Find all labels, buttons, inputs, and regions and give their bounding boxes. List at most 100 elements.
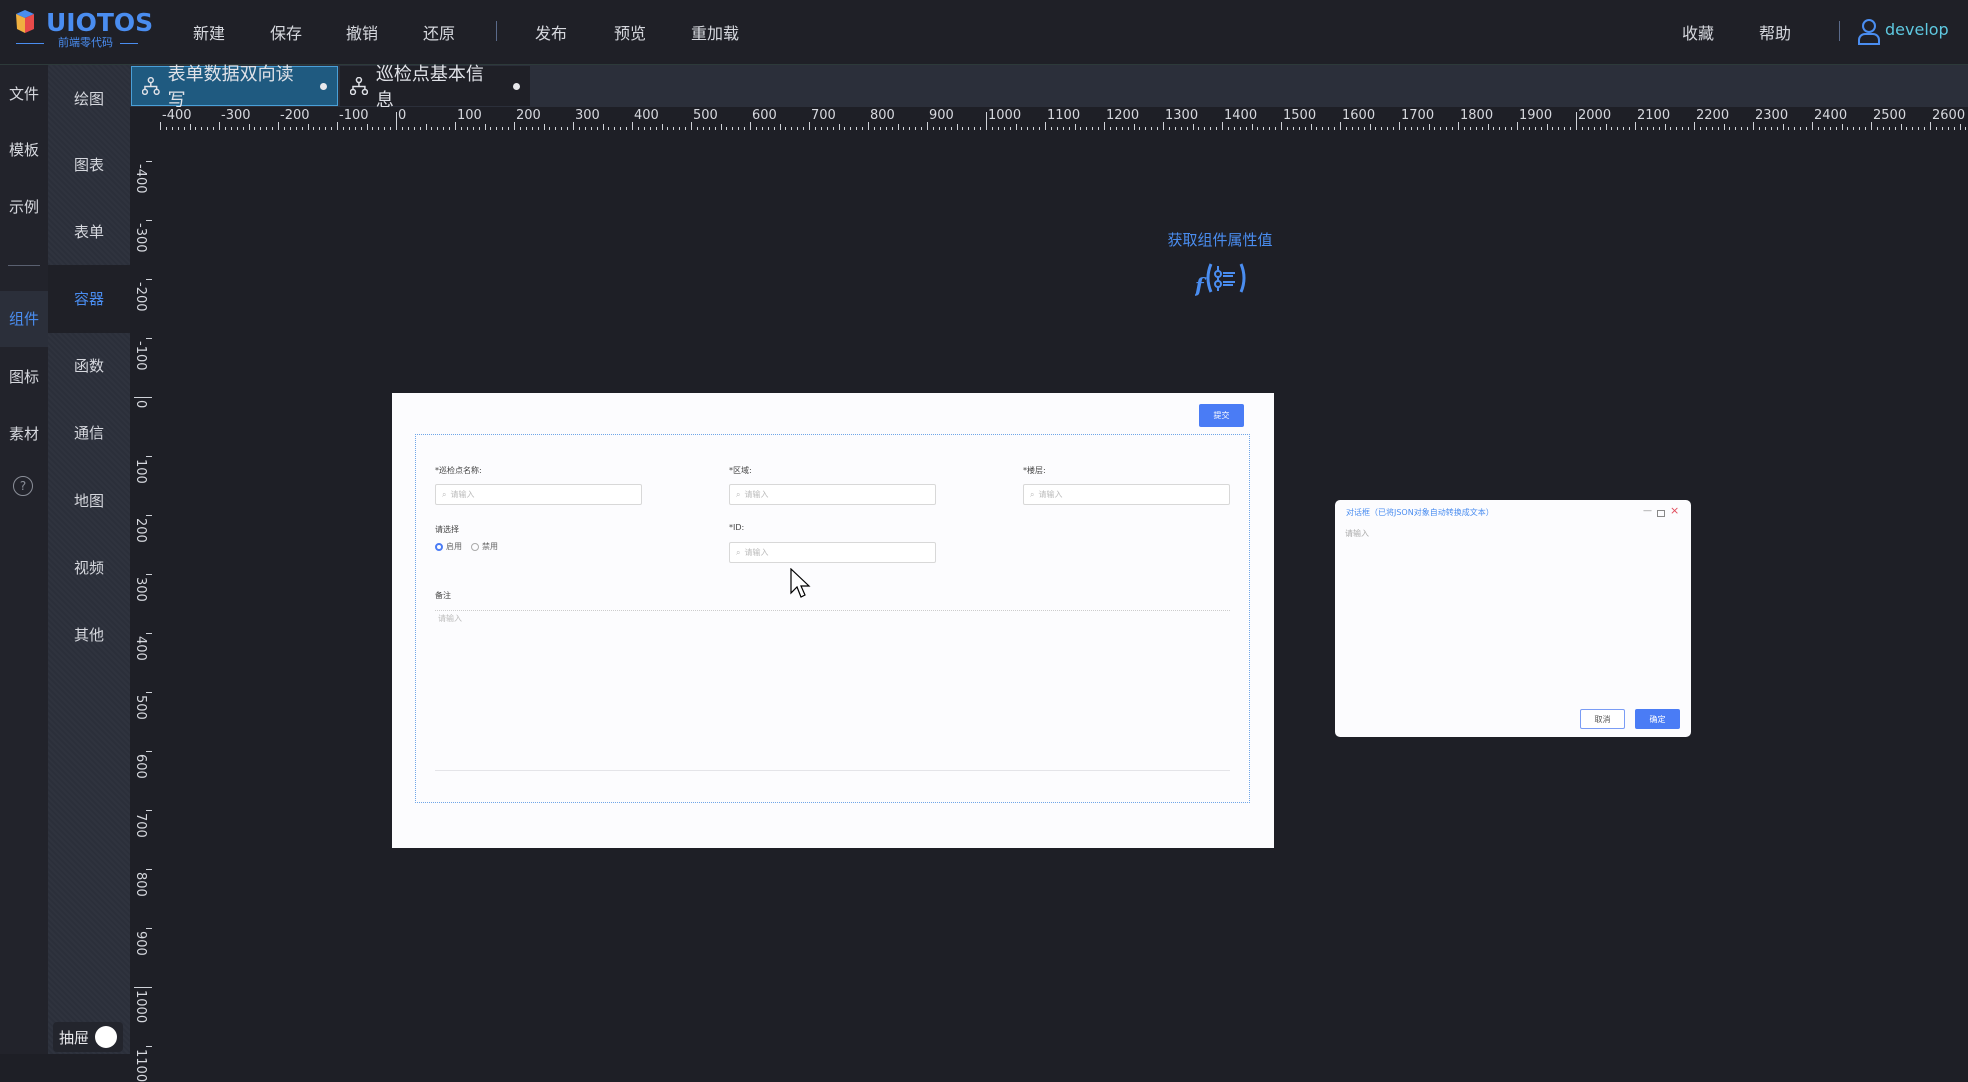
tab-inspection-info[interactable]: 巡检点基本信息 (340, 64, 530, 111)
ruler-minor-tick (449, 127, 451, 130)
ruler-minor-tick (348, 127, 350, 130)
ruler-minor-tick (862, 127, 864, 130)
menu-preview[interactable]: 预览 (614, 20, 646, 44)
ruler-label: 800 (133, 872, 148, 897)
ruler-minor-tick (578, 127, 580, 130)
ruler-minor-tick (1422, 127, 1424, 130)
sidebar-item-material[interactable]: 素材 (0, 423, 48, 444)
dialog-title: 对话框（已将JSON对象自动转换成文本） (1346, 508, 1494, 517)
ruler-minor-tick (879, 127, 881, 130)
cancel-button[interactable]: 取消 (1580, 709, 1625, 729)
menu-reload[interactable]: 重加载 (691, 20, 739, 44)
vertical-ruler: -400 -300 -200 -100 0 100 200 300 400 500 600 700 80… (130, 107, 152, 1082)
sidebar-item-template[interactable]: 模板 (0, 139, 48, 160)
menu-redo[interactable]: 还原 (423, 20, 455, 44)
user-icon[interactable] (1857, 18, 1881, 45)
floor-input[interactable]: ⌕ 请输入 (1023, 484, 1230, 505)
ruler-minor-tick (1646, 127, 1648, 130)
radio-enable[interactable] (435, 542, 443, 551)
ruler-minor-tick (797, 127, 799, 130)
ruler-minor-tick (1676, 127, 1678, 130)
sidebar-item-file[interactable]: 文件 (0, 83, 48, 104)
ruler-minor-tick (443, 127, 445, 130)
area-input[interactable]: ⌕ 请输入 (729, 484, 936, 505)
dialog-window: 对话框（已将JSON对象自动转换成文本） — × 请输入 取消 确定 (1335, 500, 1691, 737)
ruler-minor-tick (531, 127, 533, 130)
ruler-minor-tick (195, 127, 197, 130)
id-input[interactable]: ⌕ 请输入 (729, 542, 936, 563)
help-icon[interactable]: ? (13, 476, 33, 496)
ruler-minor-tick (1446, 127, 1448, 130)
ruler-label: -400 (133, 164, 148, 194)
subitem-function[interactable]: 函数 (48, 355, 130, 376)
ruler-label: -200 (280, 108, 310, 123)
ruler-minor-tick (248, 124, 250, 130)
username[interactable]: develop (1885, 20, 1949, 39)
ruler-label: 1500 (1283, 108, 1317, 123)
ruler-minor-tick (419, 127, 421, 130)
drawer-toggle[interactable]: 抽屉 (53, 1022, 123, 1052)
remark-textarea[interactable]: 请输入 (435, 610, 1230, 771)
ruler-minor-tick (1204, 127, 1206, 130)
subitem-chart[interactable]: 图表 (48, 154, 130, 175)
subitem-communication[interactable]: 通信 (48, 422, 130, 443)
subitem-form[interactable]: 表单 (48, 221, 130, 242)
ruler-label: -400 (162, 108, 192, 123)
ruler-tick (1281, 122, 1282, 130)
ruler-minor-tick (1393, 127, 1395, 130)
function-node-label[interactable]: 获取组件属性值 (1160, 229, 1280, 250)
menu-publish[interactable]: 发布 (535, 20, 567, 44)
maximize-icon[interactable] (1657, 510, 1665, 517)
menu-new[interactable]: 新建 (193, 20, 225, 44)
sidebar-item-example[interactable]: 示例 (0, 196, 48, 217)
ruler-minor-tick (1092, 127, 1094, 130)
menu-favorites[interactable]: 收藏 (1682, 20, 1714, 44)
ruler-minor-tick (1841, 124, 1843, 130)
ruler-label: 200 (133, 518, 148, 543)
subitem-other[interactable]: 其他 (48, 624, 130, 645)
ruler-minor-tick (1109, 127, 1111, 130)
subitem-video[interactable]: 视频 (48, 557, 130, 578)
ruler-minor-tick (1487, 124, 1489, 130)
ok-button[interactable]: 确定 (1635, 709, 1680, 729)
toggle-knob[interactable] (95, 1026, 118, 1048)
subitem-draw[interactable]: 绘图 (48, 88, 130, 109)
ruler-minor-tick (1664, 124, 1666, 130)
ruler-label: 0 (398, 108, 407, 123)
ruler-minor-tick (1145, 127, 1147, 130)
ruler-minor-tick (561, 127, 563, 130)
function-icon[interactable]: f (1195, 260, 1247, 296)
name-input[interactable]: ⌕ 请输入 (435, 484, 642, 505)
ruler-minor-tick (201, 127, 203, 130)
sidebar-item-component[interactable]: 组件 (0, 291, 48, 347)
menu-save[interactable]: 保存 (270, 20, 302, 44)
ruler-minor-tick (938, 127, 940, 130)
dialog-textarea[interactable]: 请输入 (1345, 528, 1681, 698)
radio-disable[interactable] (471, 542, 479, 551)
ruler-label: 300 (133, 577, 148, 602)
ruler-minor-tick (1286, 127, 1288, 130)
subitem-map[interactable]: 地图 (48, 490, 130, 511)
subitem-container[interactable]: 容器 (48, 265, 130, 333)
ruler-minor-tick (596, 127, 598, 130)
tab-form-data[interactable]: 表单数据双向读写 (131, 64, 338, 111)
ruler-minor-tick (307, 124, 309, 130)
search-icon: ⌕ (736, 547, 741, 557)
ruler-minor-tick (1210, 127, 1212, 130)
ruler-minor-tick (1328, 127, 1330, 130)
sidebar-item-icon[interactable]: 图标 (0, 366, 48, 387)
close-icon[interactable]: × (1670, 504, 1679, 517)
ruler-minor-tick (1823, 127, 1825, 130)
menu-help[interactable]: 帮助 (1759, 20, 1791, 44)
minimize-icon[interactable]: — (1643, 506, 1652, 516)
ruler-minor-tick (496, 127, 498, 130)
menu-undo[interactable]: 撤销 (346, 20, 378, 44)
ruler-tick (1635, 122, 1636, 130)
ruler-minor-tick (1216, 127, 1218, 130)
field-label-floor: *楼层: (1023, 466, 1046, 475)
submit-button[interactable]: 提交 (1199, 404, 1244, 427)
ruler-minor-tick (956, 124, 958, 130)
ruler-minor-tick (590, 127, 592, 130)
ruler-minor-tick (466, 127, 468, 130)
ruler-label: 900 (133, 931, 148, 956)
